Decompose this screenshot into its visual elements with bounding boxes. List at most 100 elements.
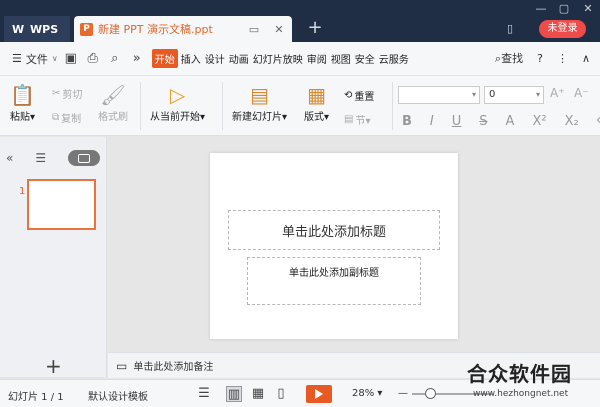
wps-home-tab[interactable]: W WPS xyxy=(4,16,70,42)
new-slide-label: 新建幻灯片▾ xyxy=(232,112,288,123)
menu-bar: ☰ 文件 ∨ ▣ ⎙ ⌕ » 开始 插入 设计 动画 幻灯片放映 审阅 视图 安… xyxy=(0,42,600,76)
format-painter-button[interactable]: 🖌 格式刷 xyxy=(98,82,128,123)
print-preview-icon[interactable]: ⌕ xyxy=(106,50,124,68)
reset-button[interactable]: ⟲ 重置 xyxy=(344,88,374,103)
add-slide-button[interactable]: + xyxy=(45,354,62,378)
subtitle-placeholder[interactable]: 单击此处添加副标题 xyxy=(247,257,421,305)
cut-label: 剪切 xyxy=(62,90,83,101)
reset-icon: ⟲ xyxy=(344,90,353,101)
file-menu[interactable]: ☰ 文件 ∨ xyxy=(12,51,58,67)
font-size-select[interactable]: 0 ▾ xyxy=(484,86,544,104)
ribbon-separator xyxy=(140,82,141,130)
more-options-icon[interactable]: ⋮ xyxy=(557,52,568,65)
play-circle-icon: ▷ xyxy=(169,83,186,107)
font-color-icon[interactable]: A xyxy=(506,114,515,129)
underline-icon[interactable]: U xyxy=(452,114,462,129)
superscript-icon[interactable]: X² xyxy=(532,114,546,129)
help-button[interactable]: ? xyxy=(537,52,543,65)
slide-view-icon xyxy=(78,153,91,163)
outline-view-icon[interactable]: ☰ xyxy=(35,151,46,165)
play-slideshow-button[interactable] xyxy=(306,385,332,403)
new-tab-button[interactable]: + xyxy=(305,18,325,38)
tab-design[interactable]: 设计 xyxy=(204,49,226,68)
copy-label: 复制 xyxy=(61,114,82,125)
decrease-font-icon[interactable]: A⁻ xyxy=(574,86,589,100)
paste-button[interactable]: 📋 粘贴▾ xyxy=(10,82,35,123)
tab-window-icon[interactable]: ▭ xyxy=(247,22,261,36)
tab-security[interactable]: 安全 xyxy=(354,49,376,68)
tab-view[interactable]: 视图 xyxy=(330,49,352,68)
save-icon[interactable]: ▣ xyxy=(62,50,80,68)
close-window-icon[interactable]: ✕ xyxy=(581,2,595,16)
search-button[interactable]: ⌕查找 xyxy=(495,50,523,66)
template-name[interactable]: 默认设计模板 xyxy=(88,388,148,403)
slide-thumbnail-number: 1 xyxy=(19,186,26,197)
from-current-button[interactable]: ▷ 从当前开始▾ xyxy=(150,82,205,123)
ribbon: 📋 粘贴▾ ✂ 剪切 ⧉ 复制 🖌 格式刷 ▷ 从当前开始▾ ▤ 新建幻灯片▾ … xyxy=(0,76,600,136)
increase-font-icon[interactable]: A⁺ xyxy=(550,86,565,100)
wps-tab-label: WPS xyxy=(30,22,59,36)
paste-label: 粘贴▾ xyxy=(10,112,36,123)
scissors-icon: ✂ xyxy=(52,88,61,99)
tab-cloud-service[interactable]: 云服务 xyxy=(378,49,410,68)
layout-button[interactable]: ▦ 版式▾ xyxy=(304,82,329,123)
from-current-label: 从当前开始▾ xyxy=(150,112,206,123)
watermark: 合众软件园 www.hezhongnet.net xyxy=(467,358,600,406)
print-icon[interactable]: ⎙ xyxy=(84,50,102,68)
slide[interactable]: 单击此处添加标题 单击此处添加副标题 xyxy=(210,153,458,339)
section-icon: ▤ xyxy=(344,114,354,125)
ribbon-separator xyxy=(392,82,393,130)
zoom-level[interactable]: 28% ▾ xyxy=(352,388,382,399)
maximize-icon[interactable]: ▢ xyxy=(557,2,571,16)
slide-view-toggle[interactable] xyxy=(68,150,101,166)
cut-button[interactable]: ✂ 剪切 xyxy=(52,86,82,101)
close-tab-icon[interactable]: ✕ xyxy=(272,22,286,36)
notes-view-icon[interactable]: ☰ xyxy=(196,386,212,402)
slide-canvas: 单击此处添加标题 单击此处添加副标题 xyxy=(108,137,600,351)
copy-button[interactable]: ⧉ 复制 xyxy=(52,110,81,125)
device-icon[interactable]: ▯ xyxy=(503,22,517,36)
file-menu-label: 文件 xyxy=(25,52,48,66)
strikethrough-icon[interactable]: S xyxy=(479,114,487,129)
tab-review[interactable]: 审阅 xyxy=(306,49,328,68)
chevron-down-icon: ▾ xyxy=(535,90,540,99)
collapse-panel-icon[interactable]: « xyxy=(6,151,13,165)
italic-icon[interactable]: I xyxy=(430,114,434,129)
zoom-out-icon[interactable]: — xyxy=(398,388,408,399)
watermark-url: www.hezhongnet.net xyxy=(473,389,569,399)
hamburger-icon: ☰ xyxy=(12,52,22,65)
section-button[interactable]: ▤ 节▾ xyxy=(344,112,370,127)
more-icon[interactable]: » xyxy=(128,50,146,68)
copy-icon: ⧉ xyxy=(52,112,60,123)
tab-home[interactable]: 开始 xyxy=(151,49,178,68)
notes-placeholder: 单击此处添加备注 xyxy=(133,362,214,373)
document-tab-title: 新建 PPT 演示文稿.ppt xyxy=(98,23,213,36)
slide-sorter-icon[interactable]: ▦ xyxy=(250,386,266,402)
menu-right-tools: ⌕查找 ? ⋮ ∧ xyxy=(495,50,590,66)
minimize-icon[interactable]: — xyxy=(534,2,548,16)
zoom-slider-knob[interactable] xyxy=(425,388,436,399)
ppt-file-icon: P xyxy=(80,22,93,36)
tab-animation[interactable]: 动画 xyxy=(228,49,250,68)
document-tab[interactable]: P 新建 PPT 演示文稿.ppt ▭ ✕ xyxy=(74,16,292,42)
normal-view-icon[interactable]: ▥ xyxy=(226,386,242,402)
font-name-select[interactable]: ▾ xyxy=(398,86,480,104)
tab-slideshow[interactable]: 幻灯片放映 xyxy=(252,49,304,68)
bold-icon[interactable]: B xyxy=(402,114,412,129)
reading-view-icon[interactable]: ▯ xyxy=(273,386,289,402)
chevron-down-icon: ▾ xyxy=(471,90,476,99)
layout-label: 版式▾ xyxy=(304,112,330,123)
subscript-icon[interactable]: X₂ xyxy=(565,114,579,129)
collapse-ribbon-icon[interactable]: ∧ xyxy=(582,52,590,65)
slide-thumbnail[interactable] xyxy=(27,179,96,230)
tab-insert[interactable]: 插入 xyxy=(180,49,202,68)
title-placeholder[interactable]: 单击此处添加标题 xyxy=(228,210,440,250)
search-label: 查找 xyxy=(501,52,524,65)
login-button[interactable]: 未登录 xyxy=(539,20,586,38)
slide-indicator: 幻灯片 1 / 1 xyxy=(8,392,64,403)
chevron-down-icon: ∨ xyxy=(51,54,58,63)
watermark-text: 合众软件园 xyxy=(467,362,572,386)
paste-icon: 📋 xyxy=(10,83,35,107)
wps-logo-icon: W xyxy=(12,23,25,36)
new-slide-button[interactable]: ▤ 新建幻灯片▾ xyxy=(232,82,287,123)
